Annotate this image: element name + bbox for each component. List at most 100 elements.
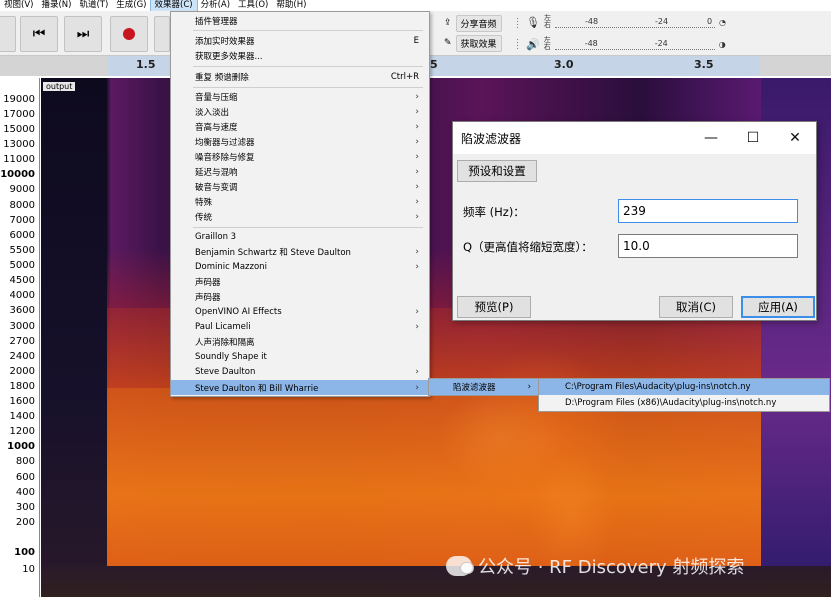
menu-item-add-realtime-effect[interactable]: 添加实时效果器 E xyxy=(171,33,429,48)
menu-item-openvino[interactable]: OpenVINO AI Effects › xyxy=(171,304,429,319)
chevron-right-icon: › xyxy=(415,306,419,317)
get-effects-icon: ✎ xyxy=(444,38,452,48)
menu-tools[interactable]: 工具(O) xyxy=(234,0,272,11)
menu-item-volume-compression[interactable]: 音量与压缩 › xyxy=(171,89,429,104)
skip-end-icon: ⏭ xyxy=(76,26,90,42)
record-meter-scale: -48 -24 0 xyxy=(554,16,715,28)
menu-item-plugin-manager[interactable]: 插件管理器 xyxy=(171,13,429,28)
apply-button[interactable]: 应用(A) xyxy=(741,296,815,318)
menu-item-notch-filter[interactable]: 陷波滤波器 › xyxy=(429,379,539,395)
frequency-tick-label: 400 xyxy=(15,487,35,498)
menu-item-get-more-effects[interactable]: 获取更多效果器... xyxy=(171,48,429,63)
chevron-right-icon: › xyxy=(415,151,419,162)
presets-settings-button[interactable]: 预设和设置 xyxy=(457,160,537,182)
get-effects-tool[interactable]: ✎ 获取效果 xyxy=(440,34,506,52)
pause-button-partial[interactable] xyxy=(0,16,16,52)
frequency-tick-label: 100 xyxy=(14,547,35,558)
preview-button[interactable]: 预览(P) xyxy=(457,296,531,318)
loop-button-partial[interactable] xyxy=(154,16,170,52)
chevron-right-icon: › xyxy=(415,366,419,377)
submenu-daulton-wharrie: 陷波滤波器 › xyxy=(428,378,540,396)
menu-effects[interactable]: 效果器(C) xyxy=(149,0,198,12)
menu-item-dominic-mazzoni[interactable]: Dominic Mazzoni › xyxy=(171,259,429,274)
frequency-tick-label: 15000 xyxy=(3,124,35,135)
effects-menu: 插件管理器 添加实时效果器 E 获取更多效果器... 重复 频谱删除 Ctrl+R … xyxy=(170,11,430,397)
menu-item-soundly[interactable]: Soundly Shape it xyxy=(171,349,429,364)
menu-item-notch-path-c[interactable]: C:\Program Files\Audacity\plug-ins\notch… xyxy=(539,379,829,395)
menu-item-notch-path-d[interactable]: D:\Program Files (x86)\Audacity\plug-ins… xyxy=(539,395,829,411)
frequency-axis[interactable]: 19000 17000 15000 13000 11000 10000 9000 8000 70… xyxy=(0,78,40,597)
menu-item-steve-daulton[interactable]: Steve Daulton › xyxy=(171,364,429,379)
watermark-text: 公众号 · RF Discovery 射频探索 xyxy=(478,557,745,578)
dialog-titlebar[interactable]: 陷波滤波器 — ☐ ✕ xyxy=(453,122,816,154)
menu-item-paul-licameli[interactable]: Paul Licameli › xyxy=(171,319,429,334)
playback-level-knob-icon[interactable]: ◑ xyxy=(719,40,726,49)
frequency-label: 频率 (Hz)： xyxy=(463,205,525,219)
menu-item-vocal-isolation[interactable]: 人声消除和隔离 xyxy=(171,334,429,349)
menu-item-distortion[interactable]: 破音与变调 › xyxy=(171,179,429,194)
menu-item-eq-filters[interactable]: 均衡器与过滤器 › xyxy=(171,134,429,149)
frequency-tick-label: 1000 xyxy=(7,441,35,452)
menu-item-delay-reverb[interactable]: 延迟与混响 › xyxy=(171,164,429,179)
menu-item-repeat-last[interactable]: 重复 频谱删除 Ctrl+R xyxy=(171,69,429,84)
frequency-tick-label: 9000 xyxy=(9,184,35,195)
menu-item-vocoder-2[interactable]: 声码器 xyxy=(171,289,429,304)
notch-filter-dialog: 陷波滤波器 — ☐ ✕ 预设和设置 频率 (Hz)： 239 Q（更高值将缩短宽… xyxy=(452,121,817,321)
frequency-tick-label: 3000 xyxy=(9,321,35,332)
toolbar-grip[interactable] xyxy=(516,17,520,29)
frequency-tick-label: 10000 xyxy=(0,169,35,180)
share-audio-label: 分享音频 xyxy=(460,19,497,30)
record-button[interactable] xyxy=(110,16,148,52)
get-effects-label: 获取效果 xyxy=(460,39,497,50)
menu-item-fading[interactable]: 淡入淡出 › xyxy=(171,104,429,119)
chevron-right-icon: › xyxy=(415,196,419,207)
minimize-icon[interactable]: — xyxy=(690,122,732,154)
share-audio-tool[interactable]: ⇪ 分享音频 xyxy=(440,14,506,32)
menu-analyze[interactable]: 分析(A) xyxy=(197,0,234,11)
menu-item-vocoder-1[interactable]: 声码器 xyxy=(171,274,429,289)
frequency-tick-label: 2000 xyxy=(9,366,35,377)
frequency-input[interactable]: 239 xyxy=(618,199,798,223)
frequency-tick-label: 1400 xyxy=(9,411,35,422)
chevron-right-icon: › xyxy=(415,166,419,177)
menu-view[interactable]: 视图(V) xyxy=(0,0,37,11)
menu-item-special[interactable]: 特殊 › xyxy=(171,194,429,209)
ruler-tick: 5 xyxy=(430,58,438,71)
chevron-right-icon: › xyxy=(415,211,419,222)
toolbar-grip-2[interactable] xyxy=(516,38,520,50)
q-input[interactable]: 10.0 xyxy=(618,234,798,258)
chevron-right-icon: › xyxy=(415,321,419,332)
menu-item-pitch-tempo[interactable]: 音高与速度 › xyxy=(171,119,429,134)
submenu-notch-paths: C:\Program Files\Audacity\plug-ins\notch… xyxy=(538,378,830,412)
frequency-tick-label: 4000 xyxy=(9,290,35,301)
menu-record[interactable]: 播录(N) xyxy=(37,0,75,11)
q-label: Q（更高值将缩短宽度）： xyxy=(463,240,593,254)
dialog-title: 陷波滤波器 xyxy=(461,131,522,146)
menu-item-noise-removal[interactable]: 噪音移除与修复 › xyxy=(171,149,429,164)
menu-help[interactable]: 帮助(H) xyxy=(272,0,310,11)
record-level-knob-icon[interactable]: ◔ xyxy=(719,18,726,27)
frequency-tick-label: 1800 xyxy=(9,381,35,392)
menu-tracks[interactable]: 轨道(T) xyxy=(75,0,112,11)
menu-item-legacy[interactable]: 传统 › xyxy=(171,209,429,224)
chevron-right-icon: › xyxy=(415,382,419,393)
menu-item-daulton-wharrie[interactable]: Steve Daulton 和 Bill Wharrie › xyxy=(171,380,429,395)
frequency-tick-label: 600 xyxy=(15,472,35,483)
track-name-label[interactable]: output xyxy=(43,82,76,91)
close-icon[interactable]: ✕ xyxy=(774,122,816,154)
skip-to-start-button[interactable]: ⏮ xyxy=(20,16,58,52)
frequency-tick-label: 3600 xyxy=(9,305,35,316)
cancel-button[interactable]: 取消(C) xyxy=(659,296,733,318)
record-meter[interactable]: 🎙 左右 -48 -24 0 ◔ xyxy=(526,14,726,30)
frequency-tick-label: 300 xyxy=(15,502,35,513)
menu-item-graillon[interactable]: Graillon 3 xyxy=(171,229,429,244)
menu-item-schwartz-daulton[interactable]: Benjamin Schwartz 和 Steve Daulton › xyxy=(171,244,429,259)
skip-to-end-button[interactable]: ⏭ xyxy=(64,16,102,52)
skip-start-icon: ⏮ xyxy=(32,26,46,42)
ruler-tick: 1.5 xyxy=(136,58,156,71)
chevron-right-icon: › xyxy=(415,121,419,132)
maximize-icon[interactable]: ☐ xyxy=(732,122,774,154)
playback-meter[interactable]: 🔊 左右 -48 -24 ◑ xyxy=(526,36,726,52)
menu-generate[interactable]: 生成(G) xyxy=(112,0,150,11)
frequency-tick-label: 17000 xyxy=(3,109,35,120)
